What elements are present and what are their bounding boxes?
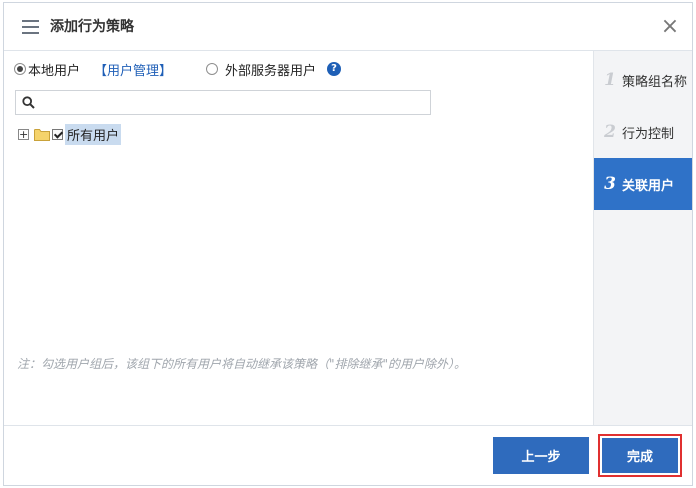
all-users-checkbox[interactable]	[52, 128, 63, 140]
local-user-radio[interactable]	[14, 63, 26, 75]
search-icon	[22, 96, 35, 109]
expand-toggle[interactable]: +	[18, 128, 29, 140]
done-button-highlight: 完成	[598, 434, 682, 477]
step-policy-group-name[interactable]: 1 策略组名称	[594, 54, 692, 106]
user-source-row: 本地用户 【用户管理】 外部服务器用户 ?	[14, 60, 342, 79]
close-icon[interactable]: ×	[659, 16, 681, 38]
done-button[interactable]: 完成	[602, 438, 678, 473]
step-associate-users[interactable]: 3 关联用户	[594, 158, 692, 210]
step-label: 行为控制	[622, 126, 675, 142]
help-icon[interactable]: ?	[327, 62, 342, 76]
menu-icon	[22, 20, 39, 34]
dialog-header: 添加行为策略 ×	[4, 3, 692, 51]
step-number: 3	[604, 174, 616, 194]
external-user-label[interactable]: 外部服务器用户	[225, 60, 316, 79]
user-management-link[interactable]: 【用户管理】	[94, 60, 172, 79]
previous-step-button[interactable]: 上一步	[493, 437, 589, 474]
folder-icon	[34, 128, 50, 141]
inheritance-note: 注：勾选用户组后，该组下的所有用户将自动继承该策略（"排除继承"的用户除外）。	[17, 357, 467, 371]
step-label: 关联用户	[622, 178, 675, 194]
search-input[interactable]	[40, 93, 425, 112]
main-panel: 本地用户 【用户管理】 外部服务器用户 ? + 所有用户 注：勾选用户组后，该组…	[4, 51, 593, 425]
step-number: 1	[604, 70, 616, 90]
step-number: 2	[604, 122, 616, 142]
search-box	[15, 90, 431, 115]
step-label: 策略组名称	[622, 74, 688, 90]
all-users-label[interactable]: 所有用户	[65, 123, 122, 145]
dialog-title: 添加行为策略	[50, 19, 134, 35]
add-behavior-policy-dialog: 添加行为策略 × 本地用户 【用户管理】 外部服务器用户 ? + 所有用户 注：…	[3, 2, 693, 486]
local-user-label[interactable]: 本地用户	[28, 60, 80, 79]
step-behavior-control[interactable]: 2 行为控制	[594, 106, 692, 158]
external-user-radio[interactable]	[206, 63, 219, 75]
steps-sidebar: 1 策略组名称 2 行为控制 3 关联用户	[593, 51, 692, 425]
tree-node-all-users: + 所有用户	[18, 123, 122, 145]
dialog-footer: 上一步 完成	[4, 425, 692, 485]
